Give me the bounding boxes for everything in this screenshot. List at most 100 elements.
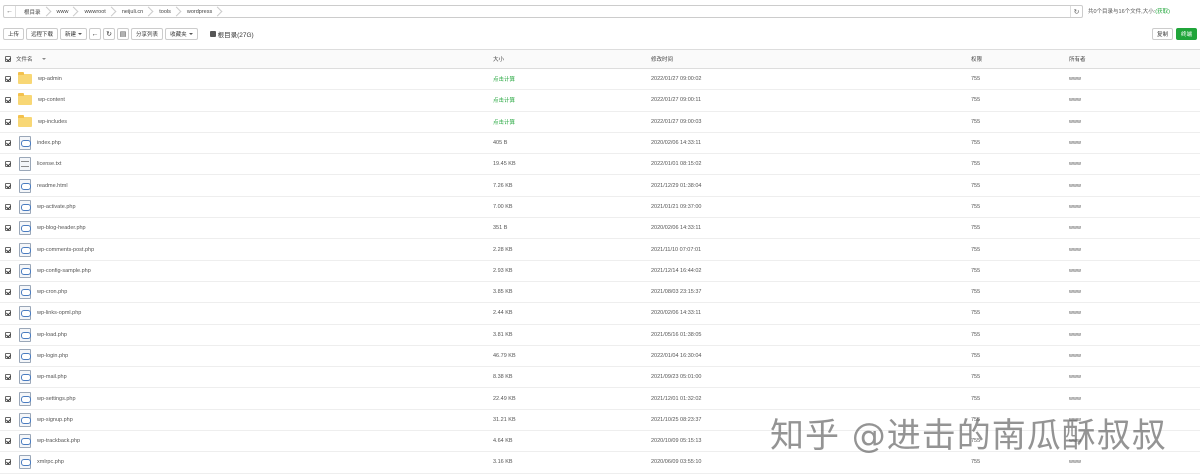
file-perm[interactable]: 755 (971, 353, 1069, 359)
file-perm[interactable]: 755 (971, 396, 1069, 402)
file-size[interactable]: 点击计算 (493, 75, 651, 83)
file-owner[interactable]: www (1069, 204, 1169, 210)
file-name-cell[interactable]: wp-blog-header.php (16, 221, 493, 236)
table-row[interactable]: wp-settings.php 22.49 KB 2021/12/01 01:32:… (0, 388, 1200, 410)
file-name-cell[interactable]: wp-load.php (16, 327, 493, 342)
file-owner[interactable]: www (1069, 459, 1169, 465)
file-name[interactable]: index.php (37, 140, 61, 146)
file-perm[interactable]: 755 (971, 161, 1069, 167)
file-name[interactable]: readme.html (37, 183, 68, 189)
file-name-cell[interactable]: wp-config-sample.php (16, 263, 493, 278)
get-size-link[interactable]: (获取) (1155, 9, 1170, 15)
file-owner[interactable]: www (1069, 268, 1169, 274)
refresh-icon[interactable]: ↻ (1070, 6, 1082, 17)
file-size[interactable]: 点击计算 (493, 118, 651, 126)
file-owner[interactable]: www (1069, 332, 1169, 338)
row-checkbox[interactable] (0, 225, 16, 232)
file-name-cell[interactable]: wp-links-opml.php (16, 306, 493, 321)
file-name[interactable]: xmlrpc.php (37, 459, 64, 465)
header-size[interactable]: 大小 (493, 55, 651, 63)
file-perm[interactable]: 755 (971, 332, 1069, 338)
file-name-cell[interactable]: wp-includes (16, 114, 493, 127)
file-name[interactable]: wp-load.php (37, 332, 67, 338)
file-name-cell[interactable]: index.php (16, 136, 493, 151)
file-name[interactable]: wp-blog-header.php (37, 225, 86, 231)
file-owner[interactable]: www (1069, 97, 1169, 103)
file-name[interactable]: wp-includes (38, 119, 67, 125)
row-checkbox[interactable] (0, 289, 16, 296)
row-checkbox[interactable] (0, 97, 16, 104)
row-checkbox[interactable] (0, 118, 16, 125)
header-owner[interactable]: 所有者 (1069, 55, 1169, 63)
header-name[interactable]: 文件名 (16, 55, 493, 63)
terminal-icon[interactable]: ▤ (117, 28, 130, 40)
header-mtime[interactable]: 修改时间 (651, 55, 971, 63)
file-name[interactable]: wp-mail.php (37, 374, 67, 380)
row-checkbox[interactable] (0, 353, 16, 359)
file-owner[interactable]: www (1069, 353, 1169, 359)
table-row[interactable]: wp-mail.php 8.38 KB 2021/09/23 05:01:00 755… (0, 367, 1200, 389)
table-row[interactable]: wp-admin 点击计算 2022/01/27 09:00:02 755 www (0, 69, 1200, 91)
new-dropdown-button[interactable]: 新建 (60, 28, 88, 40)
row-checkbox[interactable] (0, 310, 16, 317)
file-owner[interactable]: www (1069, 396, 1169, 402)
file-name[interactable]: wp-config-sample.php (37, 268, 91, 274)
file-owner[interactable]: www (1069, 247, 1169, 253)
file-name[interactable]: wp-signup.php (37, 417, 73, 423)
row-checkbox[interactable] (0, 140, 16, 147)
table-row[interactable]: wp-includes 点击计算 2022/01/27 09:00:03 755 www (0, 112, 1200, 133)
remote-download-button[interactable]: 远程下载 (26, 28, 59, 40)
file-owner[interactable]: www (1069, 310, 1169, 316)
file-perm[interactable]: 755 (971, 204, 1069, 210)
file-owner[interactable]: www (1069, 183, 1169, 189)
file-perm[interactable]: 755 (971, 225, 1069, 231)
row-checkbox[interactable] (0, 438, 16, 445)
file-owner[interactable]: www (1069, 438, 1169, 444)
file-name[interactable]: wp-activate.php (37, 204, 76, 210)
breadcrumb-wwwroot[interactable]: wwwroot (76, 6, 113, 17)
table-row[interactable]: wp-links-opml.php 2.44 KB 2020/02/06 14:33… (0, 303, 1200, 325)
back-arrow-icon[interactable]: ← (4, 6, 16, 17)
table-row[interactable]: license.txt 19.45 KB 2022/01/01 08:15:02 75… (0, 154, 1200, 176)
file-perm[interactable]: 755 (971, 417, 1069, 423)
file-owner[interactable]: www (1069, 140, 1169, 146)
file-size[interactable]: 点击计算 (493, 96, 651, 104)
file-name[interactable]: wp-links-opml.php (37, 310, 81, 316)
table-row[interactable]: wp-content 点击计算 2022/01/27 09:00:11 755 www (0, 90, 1200, 112)
file-name[interactable]: wp-content (38, 97, 65, 103)
file-perm[interactable]: 755 (971, 140, 1069, 146)
file-perm[interactable]: 755 (971, 310, 1069, 316)
table-row[interactable]: wp-trackback.php 4.64 KB 2020/10/09 05:15:… (0, 431, 1200, 453)
row-checkbox[interactable] (0, 76, 16, 83)
file-perm[interactable]: 755 (971, 183, 1069, 189)
file-name[interactable]: wp-login.php (37, 353, 68, 359)
row-checkbox[interactable] (0, 182, 16, 189)
breadcrumb-tools[interactable]: tools (151, 6, 179, 17)
file-perm[interactable]: 755 (971, 268, 1069, 274)
file-name-cell[interactable]: wp-settings.php (16, 391, 493, 406)
row-checkbox[interactable] (0, 161, 16, 168)
row-checkbox[interactable] (0, 416, 16, 423)
table-row[interactable]: index.php 405 B 2020/02/06 14:33:11 755 www (0, 133, 1200, 155)
row-checkbox[interactable] (0, 395, 16, 402)
file-name-cell[interactable]: wp-mail.php (16, 370, 493, 385)
file-name[interactable]: wp-admin (38, 76, 62, 82)
row-checkbox[interactable] (0, 246, 16, 253)
file-name-cell[interactable]: wp-cron.php (16, 285, 493, 300)
share-list-button[interactable]: 分享列表 (131, 28, 164, 40)
file-perm[interactable]: 755 (971, 438, 1069, 444)
file-name-cell[interactable]: wp-login.php (16, 349, 493, 363)
file-name-cell[interactable]: license.txt (16, 157, 493, 172)
file-name-cell[interactable]: wp-content (16, 93, 493, 106)
table-row[interactable]: wp-cron.php 3.85 KB 2021/08/03 23:15:37 755… (0, 282, 1200, 304)
file-name[interactable]: wp-cron.php (37, 289, 67, 295)
file-perm[interactable]: 755 (971, 97, 1069, 103)
file-perm[interactable]: 755 (971, 247, 1069, 253)
file-name-cell[interactable]: wp-comments-post.php (16, 242, 493, 257)
file-owner[interactable]: www (1069, 289, 1169, 295)
table-row[interactable]: wp-blog-header.php 351 B 2020/02/06 14:33:… (0, 218, 1200, 240)
file-perm[interactable]: 755 (971, 374, 1069, 380)
row-checkbox[interactable] (0, 331, 16, 338)
file-name[interactable]: wp-comments-post.php (37, 247, 94, 253)
file-name-cell[interactable]: xmlrpc.php (16, 455, 493, 470)
